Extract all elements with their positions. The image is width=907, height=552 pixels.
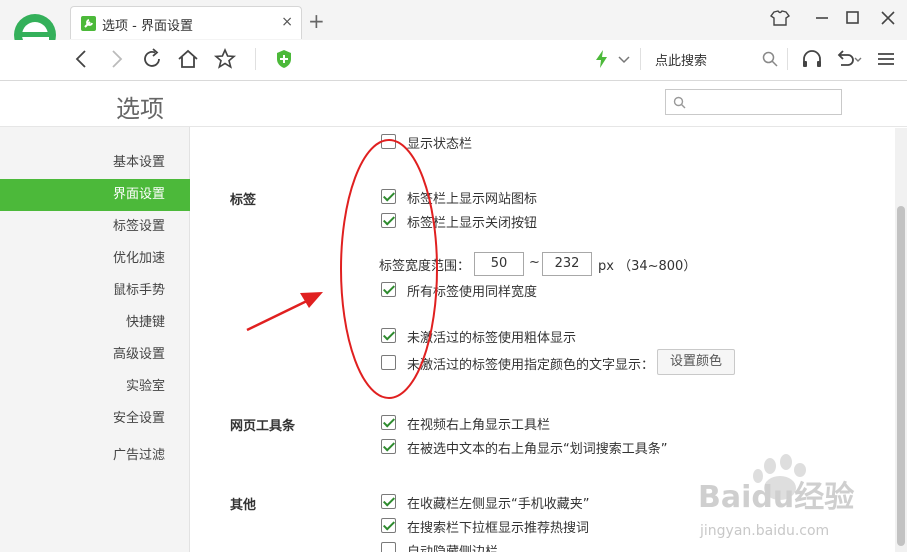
auto-hide-sidebar-label: 自动隐藏侧边栏 [407, 541, 498, 552]
refresh-icon[interactable] [140, 47, 164, 71]
tab-width-unit: px （34~800） [598, 259, 697, 274]
headphones-icon[interactable] [800, 47, 824, 71]
sidebar-item-basic[interactable]: 基本设置 [0, 147, 190, 179]
hot-search-label: 在搜索栏下拉框显示推荐热搜词 [407, 521, 590, 536]
options-search-input[interactable] [692, 93, 832, 111]
other-section-title: 其他 [230, 498, 257, 513]
settings-content: 显示状态栏 标签 标签栏上显示网站图标 标签栏上显示关闭按钮 标签宽度范围： 5… [191, 128, 895, 552]
same-width-checkbox[interactable] [381, 282, 396, 297]
close-window-icon[interactable] [876, 8, 900, 28]
undo-dropdown-icon[interactable] [852, 47, 864, 71]
toolbar-section-title: 网页工具条 [230, 419, 296, 434]
navigation-bar: 点此搜索 [0, 40, 907, 80]
auto-hide-sidebar-checkbox[interactable] [381, 542, 396, 552]
bold-inactive-checkbox[interactable] [381, 328, 396, 343]
status-bar-checkbox[interactable] [381, 134, 396, 149]
mobile-favorites-checkbox[interactable] [381, 494, 396, 509]
tab-width-label: 标签宽度范围： [379, 259, 471, 274]
bold-inactive-label: 未激活过的标签使用粗体显示 [407, 331, 577, 346]
color-inactive-checkbox[interactable] [381, 355, 396, 370]
selection-toolbar-label: 在被选中文本的右上角显示“划词搜索工具条” [407, 442, 668, 457]
sidebar-item-mouse-gestures[interactable]: 鼠标手势 [0, 275, 190, 307]
sidebar-item-tabs[interactable]: 标签设置 [0, 211, 190, 243]
search-icon[interactable] [758, 47, 782, 71]
toolbar-divider [255, 48, 256, 70]
maximize-icon[interactable] [840, 8, 864, 28]
browser-search-placeholder: 点此搜索 [655, 54, 708, 69]
color-inactive-label: 未激活过的标签使用指定颜色的文字显示： [407, 358, 655, 373]
tab-width-separator: ~ [529, 255, 540, 270]
mobile-favorites-label: 在收藏栏左侧显示“手机收藏夹” [407, 497, 590, 512]
options-search-box[interactable] [665, 89, 842, 115]
new-tab-button[interactable]: + [308, 9, 325, 33]
video-toolbar-label: 在视频右上角显示工具栏 [407, 418, 551, 433]
scrollbar-thumb[interactable] [897, 206, 905, 546]
menu-icon[interactable] [874, 47, 898, 71]
browser-chrome: 选项 - 界面设置 × + 点此搜索 [0, 0, 907, 81]
sidebar-item-interface[interactable]: 界面设置 [0, 179, 190, 211]
security-shield-icon[interactable] [272, 47, 296, 71]
show-close-button-label: 标签栏上显示关闭按钮 [407, 216, 538, 231]
chevron-down-icon[interactable] [612, 47, 636, 71]
sidebar-item-lab[interactable]: 实验室 [0, 371, 190, 403]
sidebar-item-optimize[interactable]: 优化加速 [0, 243, 190, 275]
show-site-icon-label: 标签栏上显示网站图标 [407, 192, 538, 207]
set-color-button[interactable]: 设置颜色 [657, 349, 736, 375]
show-close-button-checkbox[interactable] [381, 213, 396, 228]
search-icon [673, 96, 686, 109]
status-bar-label: 显示状态栏 [407, 137, 473, 152]
same-width-label: 所有标签使用同样宽度 [407, 285, 538, 300]
sidebar-item-adblock[interactable]: 广告过滤 [0, 440, 190, 472]
options-header: 选项 [0, 81, 907, 127]
home-icon[interactable] [176, 47, 200, 71]
browser-tab[interactable]: 选项 - 界面设置 × [70, 6, 302, 39]
lightning-icon[interactable] [590, 47, 614, 71]
back-icon[interactable] [70, 47, 94, 71]
minimize-icon[interactable] [810, 8, 834, 28]
tab-width-max-input[interactable]: 232 [542, 252, 592, 276]
toolbar-divider [787, 48, 788, 70]
tab-width-min-input[interactable]: 50 [474, 252, 524, 276]
sidebar-item-security[interactable]: 安全设置 [0, 403, 190, 435]
show-site-icon-checkbox[interactable] [381, 189, 396, 204]
wrench-icon [81, 16, 96, 31]
forward-icon[interactable] [104, 47, 128, 71]
skin-icon[interactable] [768, 8, 792, 28]
tabs-section-title: 标签 [230, 193, 257, 208]
sidebar-item-advanced[interactable]: 高级设置 [0, 339, 190, 371]
page-title: 选项 [116, 95, 164, 123]
content-scrollbar[interactable] [895, 128, 907, 552]
tab-close-icon[interactable]: × [281, 14, 293, 30]
sidebar-item-shortcuts[interactable]: 快捷键 [0, 307, 190, 339]
selection-toolbar-checkbox[interactable] [381, 439, 396, 454]
tab-title: 选项 - 界面设置 [102, 19, 193, 34]
hot-search-checkbox[interactable] [381, 518, 396, 533]
video-toolbar-checkbox[interactable] [381, 415, 396, 430]
toolbar-divider [640, 48, 641, 70]
favorite-star-icon[interactable] [213, 47, 237, 71]
options-sidebar: 基本设置 界面设置 标签设置 优化加速 鼠标手势 快捷键 高级设置 实验室 安全… [0, 127, 190, 552]
